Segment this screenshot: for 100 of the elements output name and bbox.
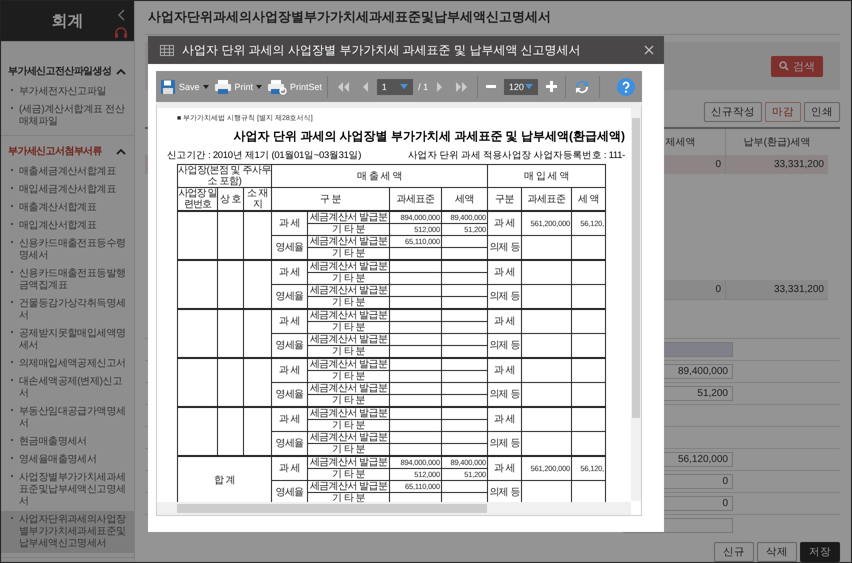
previous-page-icon[interactable]	[360, 80, 369, 92]
sidebar-item[interactable]: 매입계산서합계표	[1, 217, 134, 235]
table-cell: 과 세	[488, 358, 522, 382]
column-header: 상 호	[218, 188, 244, 211]
table-cell: 과 세	[272, 407, 308, 432]
table-cell: 기 타 분	[308, 272, 390, 284]
table-cell: 과 세	[488, 456, 522, 480]
action-button[interactable]: 신규작성	[704, 102, 762, 122]
column-header: 사업장 일련번호	[178, 188, 218, 211]
sidebar-group-header[interactable]: 부가세신고전산파일생성	[1, 56, 134, 83]
dialog-title: 사업자 단위 과세의 사업장별 부가가치세 과세표준 및 납부세액 신고명세서	[182, 42, 582, 58]
sidebar-title: 회계	[52, 12, 84, 32]
print-settings-button[interactable]: PrintSet	[267, 78, 322, 94]
sidebar-item[interactable]: 사업장별부가가치세과세표준및납부세액신고명세서	[1, 469, 134, 511]
zoom-out-icon[interactable]	[486, 85, 496, 88]
chevron-icon	[116, 68, 126, 74]
sidebar-item[interactable]: 매출세금계산서합계표	[1, 163, 134, 181]
page-title: 사업자단위과세의사업장별부가가치세과세표준및납부세액신고명세서	[145, 1, 840, 35]
action-button[interactable]: 인쇄	[804, 102, 840, 122]
table-cell: 세금계산서 발급분	[308, 480, 390, 492]
sidebar-item[interactable]: 의제매입세액공제신고서	[1, 355, 134, 373]
sidebar-group-header[interactable]: 부가세신고서첨부서류	[1, 136, 134, 163]
horizontal-scrollbar[interactable]	[157, 502, 631, 515]
column-header: 매 입 세 액	[488, 164, 606, 188]
column-header: 매 출 세 액	[272, 164, 488, 188]
footer-button[interactable]: 저장	[800, 542, 840, 562]
sidebar-item[interactable]: 부가세전자신고파일	[1, 83, 134, 101]
sidebar-item[interactable]: 매입세금계산서합계표	[1, 181, 134, 199]
zoom-select[interactable]: 120	[504, 78, 538, 94]
table-cell: 기 타 분	[308, 224, 390, 236]
table-cell: 의제 등	[488, 432, 522, 456]
printer-settings-icon	[267, 78, 288, 94]
chevron-icon	[116, 148, 126, 154]
chevron-left-icon[interactable]	[118, 9, 126, 21]
table-cell: 의제 등	[488, 236, 522, 260]
print-button[interactable]: Print	[214, 78, 262, 94]
first-page-icon[interactable]	[336, 80, 350, 92]
sidebar-item[interactable]: 부동산임대공급가액명세서	[1, 403, 134, 433]
table-cell: 과 세	[272, 260, 308, 284]
caret-icon	[256, 84, 262, 88]
table-cell: 과 세	[272, 309, 308, 334]
table-cell: 과 세	[272, 456, 308, 480]
footer-button[interactable]: 신규	[714, 542, 754, 562]
sidebar-item[interactable]: 현금매출명세서	[1, 433, 134, 451]
caret-icon	[400, 84, 408, 89]
search-button[interactable]: 검색	[771, 56, 823, 76]
column-header: 사업장(본점 및 주사무소 포함)	[178, 164, 272, 188]
table-cell: 기 타 분	[308, 322, 390, 334]
table-cell: 세금계산서 발급분	[308, 309, 390, 322]
report-period: 신고기간 : 2010년 제1기 (01월01일~03월31일)	[167, 149, 362, 162]
sidebar-item[interactable]: 건물등감가상각취득명세서	[1, 295, 134, 325]
sidebar-item[interactable]: 대손세액공제(변제)신고서	[1, 373, 134, 403]
headset-icon[interactable]	[114, 26, 128, 38]
table-cell: 기 타 분	[308, 370, 390, 382]
table-cell: 의제 등	[488, 382, 522, 407]
next-page-icon[interactable]	[436, 80, 444, 92]
table-cell-text: 33,331,200	[772, 283, 825, 297]
printer-icon	[214, 78, 232, 94]
table-cell: 과 세	[272, 358, 308, 382]
sidebar-item[interactable]: (세금)계산서합계표 전산매체파일	[1, 101, 134, 131]
table-icon	[160, 44, 174, 56]
caret-icon	[524, 84, 533, 89]
column-header: 납부(환급)세액	[742, 136, 812, 150]
table-cell: 세금계산서 발급분	[308, 211, 390, 224]
sidebar-item[interactable]: 신용카드매출전표등발행금액집계표	[1, 265, 134, 295]
registration-number: 사업자 단위 과세 적용사업장 사업자등록번호 : 111-	[408, 149, 625, 162]
table-cell: 세금계산서 발급분	[308, 407, 390, 420]
sidebar-item[interactable]: 사업자단위과세의사업장별부가가치세과세표준및납부세액신고명세서	[1, 511, 134, 553]
help-icon[interactable]	[616, 78, 635, 96]
vertical-scrollbar[interactable]	[631, 108, 641, 501]
sidebar-item[interactable]: 매출계산서합계표	[1, 199, 134, 217]
save-button[interactable]: Save	[160, 78, 209, 94]
table-cell: 기 타 분	[308, 420, 390, 432]
table-cell: 과 세	[488, 211, 522, 236]
table-cell: 의제 등	[488, 334, 522, 358]
table-cell: 기 타 분	[308, 468, 390, 480]
table-cell: 세금계산서 발급분	[308, 432, 390, 444]
search-icon	[779, 61, 789, 71]
sidebar-item[interactable]: 영세율매출명세서	[1, 451, 134, 469]
page-count: / 1	[418, 82, 428, 92]
close-icon[interactable]	[644, 45, 654, 55]
action-button[interactable]: 마감	[765, 102, 801, 122]
sidebar-item[interactable]: 신용카드매출전표등수령명세서	[1, 235, 134, 265]
last-page-icon[interactable]	[455, 80, 470, 92]
table-cell: 세금계산서 발급분	[308, 456, 390, 468]
table-cell: 세금계산서 발급분	[308, 382, 390, 394]
table-cell: 의제 등	[488, 284, 522, 309]
table-cell-text: 33,331,200	[772, 158, 825, 172]
footer-button[interactable]: 삭제	[757, 542, 797, 562]
table-cell: 세금계산서 발급분	[308, 236, 390, 248]
table-cell: 세금계산서 발급분	[308, 284, 390, 296]
caret-icon	[202, 84, 209, 88]
sidebar-item[interactable]: 공제받지못할매입세액명세서	[1, 325, 134, 355]
zoom-in-icon[interactable]	[546, 81, 557, 92]
table-cell: 과 세	[488, 309, 522, 334]
save-icon	[160, 78, 176, 94]
report-title: 사업자 단위 과세의 사업장별 부가가치세 과세표준 및 납부세액(환급세액)	[232, 128, 625, 145]
page-select[interactable]: 1	[376, 78, 414, 94]
table-cell: 과 세	[272, 211, 308, 236]
table-cell: 과 세	[488, 260, 522, 284]
